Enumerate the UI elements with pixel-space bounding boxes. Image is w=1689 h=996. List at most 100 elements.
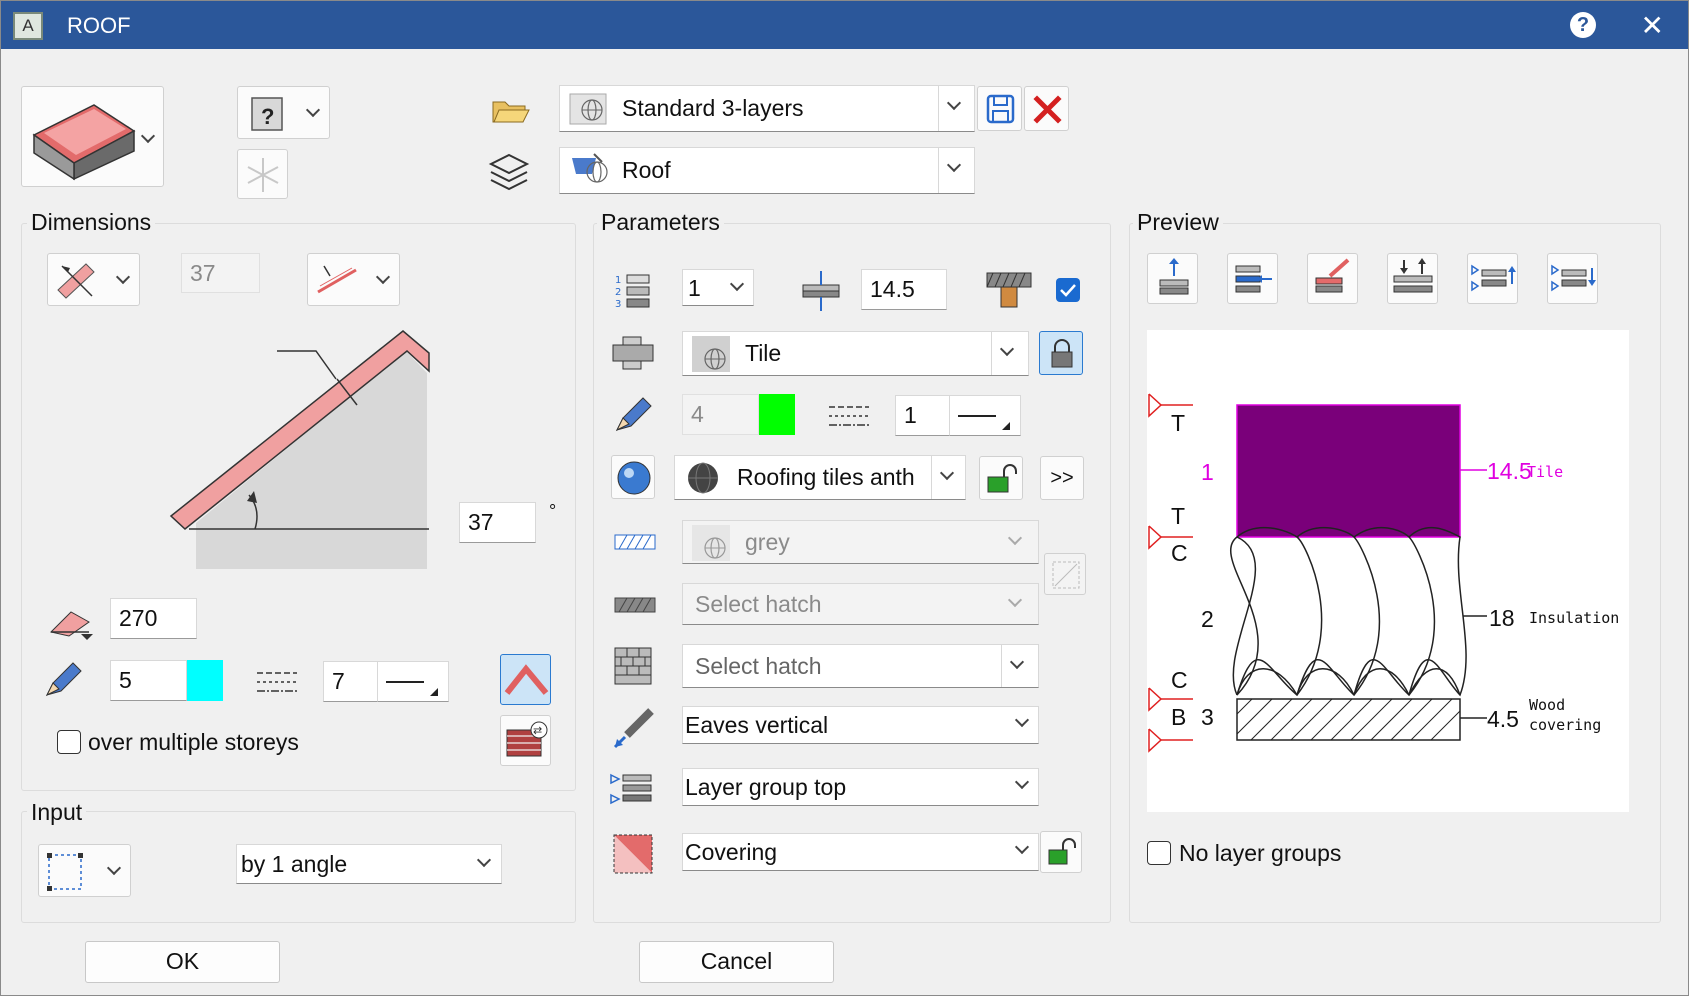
pen-color-swatch[interactable]	[187, 660, 223, 701]
layer-pen-field[interactable]: 4	[682, 394, 759, 435]
surface-dropdown[interactable]: Roofing tiles anth	[674, 455, 966, 500]
roof-type-button[interactable]	[21, 86, 164, 187]
hatch-1-value: Select hatch	[695, 591, 822, 617]
layer-linetype-field[interactable]: 1	[895, 395, 950, 436]
eaves-dropdown[interactable]: Eaves vertical	[682, 706, 1039, 744]
layer-group-up-icon	[1471, 264, 1516, 292]
layer-line-style-picker[interactable]	[949, 395, 1021, 436]
layer-3-name-line2: covering	[1529, 716, 1602, 734]
save-icon	[986, 94, 1015, 124]
over-multiple-storeys-checkbox[interactable]	[57, 730, 81, 754]
slope-mode-button[interactable]	[307, 253, 400, 306]
layer-number-value: 1	[688, 275, 701, 301]
structural-layer-checkbox[interactable]	[1056, 278, 1080, 302]
marker-c-top: C	[1171, 540, 1188, 566]
favorites-dropdown[interactable]: Standard 3-layers	[559, 85, 975, 132]
help-icon[interactable]: ?	[1570, 12, 1596, 38]
chevron-down-icon	[939, 465, 955, 481]
material-dropdown[interactable]: Tile	[682, 331, 1029, 376]
chevron-down-icon	[1007, 530, 1023, 546]
layer-pen-color-swatch[interactable]	[759, 394, 795, 435]
title-bar: A ROOF ? ✕	[1, 1, 1688, 49]
input-mode-dropdown[interactable]: by 1 angle	[236, 844, 502, 884]
layer-dropdown[interactable]: Roof	[559, 147, 975, 194]
fill-dropdown[interactable]: grey	[682, 520, 1039, 564]
roof-angle-field[interactable]: 37	[459, 502, 536, 543]
edit-layer-icon	[1315, 258, 1350, 293]
globe-icon	[692, 525, 730, 561]
marker-c-bottom: C	[1171, 667, 1188, 693]
chevron-down-icon	[1014, 712, 1030, 728]
dimensions-label: Dimensions	[27, 209, 156, 236]
role-lock-button[interactable]	[1040, 831, 1082, 873]
swap-layers-button[interactable]	[1387, 253, 1438, 304]
chevron-down-icon	[1009, 654, 1025, 670]
roof-dialog: A ROOF ? ✕ ? Standard 3-layers Roof Dime…	[0, 0, 1689, 996]
insert-layer-above-button[interactable]	[1147, 253, 1198, 304]
line-style-picker[interactable]	[377, 661, 449, 702]
solid-line-icon	[386, 681, 438, 696]
chevron-down-icon	[375, 269, 391, 285]
chevron-down-icon	[729, 276, 745, 292]
insert-layer-right-icon	[1235, 265, 1272, 293]
thickness-mode-button[interactable]	[47, 253, 140, 306]
freeze-button[interactable]	[237, 149, 288, 199]
insert-layer-above-icon	[1159, 258, 1189, 295]
close-icon[interactable]: ✕	[1641, 9, 1664, 42]
more-button[interactable]: >>	[1040, 456, 1084, 500]
folder-open-icon[interactable]	[491, 96, 531, 126]
fill-value: grey	[745, 529, 790, 555]
chevron-down-icon	[946, 157, 962, 173]
layer-group-up-button[interactable]	[1467, 253, 1518, 304]
pen-field[interactable]: 5	[110, 660, 187, 701]
role-dropdown[interactable]: Covering	[682, 833, 1039, 871]
lock-open-icon	[1048, 838, 1076, 865]
surface-lock-button[interactable]	[979, 456, 1023, 500]
layer-group-down-button[interactable]	[1547, 253, 1598, 304]
layers-icon[interactable]	[487, 151, 531, 195]
direction-field[interactable]: 270	[110, 598, 197, 639]
ridge-toggle-button[interactable]	[500, 654, 551, 705]
window-title: ROOF	[67, 13, 131, 38]
format-dropdown-button[interactable]: ?	[237, 86, 330, 139]
save-button[interactable]	[977, 86, 1022, 131]
surface-button[interactable]	[611, 455, 655, 499]
layer-group-value: Layer group top	[685, 774, 847, 800]
preview-canvas: T T C C B 1 2 3 14.5 Tile 18 Insulation …	[1147, 330, 1629, 812]
hatch-dropdown-1[interactable]: Select hatch	[682, 583, 1039, 625]
direction-angle-icon	[50, 611, 93, 640]
insert-layer-right-button[interactable]	[1227, 253, 1278, 304]
linetype-field[interactable]: 7	[323, 661, 378, 702]
surface-convert-button[interactable]: ⇄	[500, 715, 551, 766]
layer-number-dropdown[interactable]: 1	[682, 269, 754, 306]
cancel-button[interactable]: Cancel	[639, 941, 834, 983]
layer-group-dropdown[interactable]: Layer group top	[682, 768, 1039, 806]
material-lock-button[interactable]	[1039, 331, 1083, 375]
edit-layer-button[interactable]	[1307, 253, 1358, 304]
parameters-group	[593, 223, 1111, 923]
hatch-dropdown-2[interactable]: Select hatch	[682, 644, 1039, 688]
hatch-pattern-icon	[614, 597, 656, 613]
chevron-down-icon	[1007, 592, 1023, 608]
layer-3-name-line1: Wood	[1529, 696, 1566, 714]
svg-text:?: ?	[261, 104, 274, 129]
layer-preview-drawing	[1148, 393, 1487, 753]
globe-icon	[569, 93, 607, 125]
fill-pattern-icon	[614, 534, 656, 550]
thickness-field[interactable]: 37	[181, 253, 260, 293]
ok-button[interactable]: OK	[85, 941, 280, 983]
layer-thickness-field[interactable]: 14.5	[861, 269, 947, 310]
app-icon: A	[13, 12, 43, 40]
marker-t-mid: T	[1171, 503, 1186, 529]
delete-button[interactable]	[1024, 86, 1069, 131]
fill-transparency-button[interactable]	[1044, 553, 1086, 595]
pen-icon	[45, 662, 82, 697]
layer-name: Roof	[622, 157, 671, 183]
ridge-icon	[504, 664, 549, 695]
layer-2-index: 2	[1201, 606, 1214, 632]
input-shape-button[interactable]	[38, 844, 131, 897]
no-layer-groups-checkbox[interactable]	[1147, 841, 1171, 865]
hatch-2-value: Select hatch	[695, 653, 822, 679]
chevron-down-icon	[115, 269, 131, 285]
eaves-icon	[613, 708, 654, 749]
